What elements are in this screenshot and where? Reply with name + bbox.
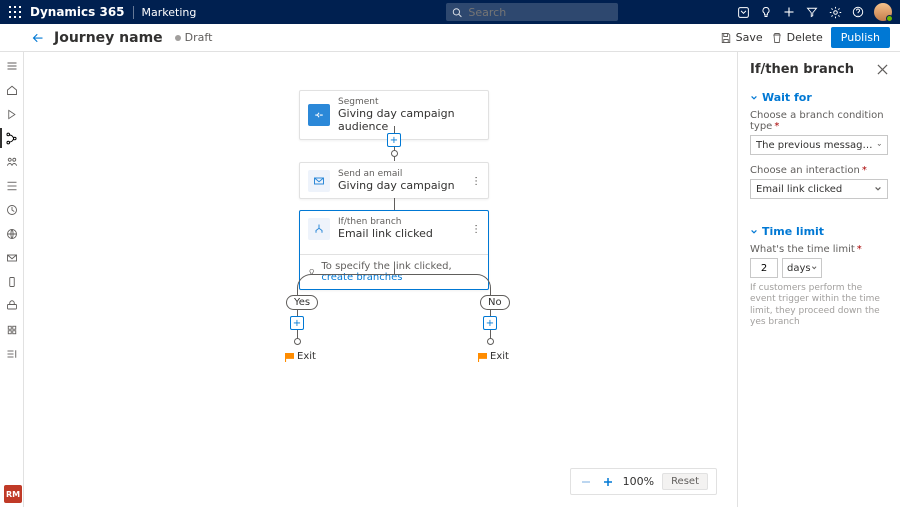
properties-panel: If/then branch Wait for Choose a branch …	[737, 52, 900, 507]
help-icon[interactable]	[847, 1, 869, 23]
time-limit-input[interactable]	[750, 258, 778, 278]
lightbulb-icon[interactable]	[755, 1, 777, 23]
section-time-limit[interactable]: Time limit	[750, 225, 888, 238]
approvals-icon[interactable]	[4, 202, 20, 218]
filter-icon[interactable]	[801, 1, 823, 23]
global-search[interactable]	[446, 3, 618, 21]
time-limit-label: What's the time limit*	[750, 244, 888, 255]
status-badge: Draft	[175, 31, 213, 44]
add-icon[interactable]	[778, 1, 800, 23]
publish-button[interactable]: Publish	[831, 27, 890, 48]
zoom-in-button[interactable]	[601, 475, 615, 489]
add-step-no[interactable]: +	[483, 316, 497, 330]
condition-type-select[interactable]: The previous message gets an interaction	[750, 135, 888, 155]
nav-rail	[0, 52, 24, 507]
play-icon[interactable]	[4, 106, 20, 122]
branch-icon	[308, 218, 330, 240]
zoom-control: 100% Reset	[570, 468, 717, 495]
node-type-label: If/then branch	[338, 217, 433, 227]
user-avatar[interactable]	[874, 3, 892, 21]
email-node-icon	[308, 170, 330, 192]
home-icon[interactable]	[4, 82, 20, 98]
branch-yes-label: Yes	[286, 295, 318, 310]
app-launcher-icon[interactable]	[4, 1, 26, 23]
exit-label-yes: Exit	[297, 351, 316, 362]
journeys-icon[interactable]	[4, 130, 20, 146]
branch-no-label: No	[480, 295, 510, 310]
globe-icon[interactable]	[4, 226, 20, 242]
search-input[interactable]	[466, 5, 612, 20]
exit-flag-icon	[478, 353, 487, 362]
area-label: Marketing	[133, 6, 197, 19]
save-icon	[720, 32, 732, 44]
chevron-down-icon	[750, 228, 758, 236]
zoom-out-button[interactable]	[579, 475, 593, 489]
assistant-icon[interactable]	[732, 1, 754, 23]
node-send-email[interactable]: Send an email Giving day campaign ⋯	[299, 162, 489, 199]
node-type-label: Segment	[338, 97, 480, 107]
segments-icon[interactable]	[4, 154, 20, 170]
condition-type-label: Choose a branch condition type*	[750, 110, 888, 132]
close-panel-button[interactable]	[877, 64, 888, 75]
settings-icon[interactable]	[824, 1, 846, 23]
exit-flag-icon	[285, 353, 294, 362]
interaction-select[interactable]: Email link clicked	[750, 179, 888, 199]
node-title: Giving day campaign audience	[338, 107, 480, 133]
panel-title: If/then branch	[750, 62, 854, 77]
delete-button[interactable]: Delete	[771, 31, 823, 44]
journey-canvas[interactable]: Segment Giving day campaign audience + S…	[24, 52, 737, 507]
delete-icon	[771, 32, 783, 44]
zoom-reset-button[interactable]: Reset	[662, 473, 708, 490]
zoom-level: 100%	[623, 475, 654, 488]
interaction-label: Choose an interaction*	[750, 165, 888, 176]
exit-label-no: Exit	[490, 351, 509, 362]
node-more-icon[interactable]: ⋯	[470, 224, 481, 233]
chevron-down-icon	[874, 185, 882, 193]
menu-icon[interactable]	[4, 58, 20, 74]
sms-icon[interactable]	[4, 274, 20, 290]
email-icon[interactable]	[4, 250, 20, 266]
add-step-yes[interactable]: +	[290, 316, 304, 330]
presence-indicator	[886, 15, 893, 22]
library-icon[interactable]	[4, 346, 20, 362]
brand-label: Dynamics 365	[30, 5, 125, 19]
chevron-down-icon	[750, 94, 758, 102]
persona-chip[interactable]: RM	[4, 485, 22, 503]
search-icon	[452, 7, 462, 18]
time-unit-select[interactable]: days	[782, 258, 822, 278]
journey-title: Journey name	[54, 30, 163, 46]
section-wait-for[interactable]: Wait for	[750, 91, 888, 104]
segment-icon	[308, 104, 330, 126]
analytics-icon[interactable]	[4, 178, 20, 194]
forms-icon[interactable]	[4, 322, 20, 338]
chevron-down-icon	[877, 141, 882, 149]
add-step-button[interactable]: +	[387, 133, 401, 147]
node-title: Email link clicked	[338, 227, 433, 240]
time-limit-help: If customers perform the event trigger w…	[750, 283, 888, 328]
node-type-label: Send an email	[338, 169, 455, 179]
back-button[interactable]	[30, 30, 46, 46]
node-more-icon[interactable]: ⋯	[470, 176, 481, 185]
push-icon[interactable]	[4, 298, 20, 314]
node-title: Giving day campaign	[338, 179, 455, 192]
chevron-down-icon	[811, 264, 817, 272]
save-button[interactable]: Save	[720, 31, 763, 44]
